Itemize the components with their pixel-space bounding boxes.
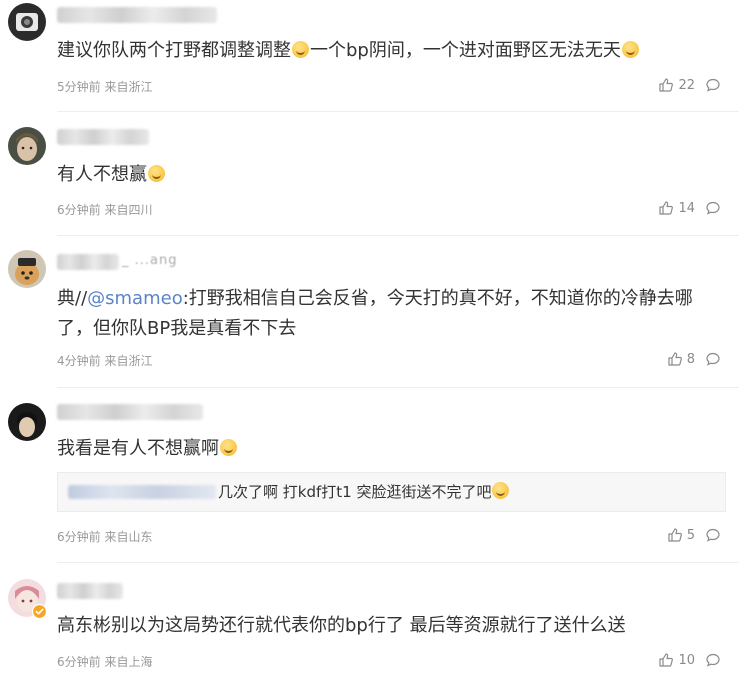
comment-meta: 6分钟前 来自四川 — [57, 201, 152, 218]
comment-bubble-icon[interactable] — [705, 77, 721, 93]
like-count: 22 — [678, 77, 695, 93]
comment-item: 我看是有人不想赢啊 几次了啊 打kdf打t1 突脸逛街送不完了吧 6分钟前 来自… — [0, 388, 739, 563]
grin-emoji-icon — [220, 439, 237, 456]
avatar[interactable] — [8, 127, 46, 165]
location: 来自浙江 — [104, 80, 153, 94]
comment-actions: 14 — [658, 200, 721, 216]
comment-meta: 4分钟前 来自浙江 — [57, 352, 152, 369]
comment-actions: 8 — [667, 351, 721, 367]
timestamp: 4分钟前 — [57, 354, 101, 368]
comment-bubble-icon[interactable] — [705, 200, 721, 216]
location: 来自上海 — [104, 655, 153, 669]
like-count: 8 — [686, 351, 695, 367]
like-count: 5 — [686, 527, 695, 543]
grin-emoji-icon — [492, 482, 510, 499]
username-redacted[interactable] — [57, 129, 149, 145]
comment-actions: 5 — [667, 527, 721, 543]
like-button[interactable]: 22 — [658, 77, 695, 93]
username-redacted[interactable] — [57, 583, 123, 599]
location: 来自山东 — [104, 530, 153, 544]
thumbs-up-icon — [658, 652, 674, 668]
like-button[interactable]: 8 — [667, 351, 695, 367]
quoted-reply[interactable]: 几次了啊 打kdf打t1 突脸逛街送不完了吧 — [57, 472, 726, 512]
comment-bubble-icon[interactable] — [705, 351, 721, 367]
mention-link[interactable]: @smameo — [87, 288, 183, 309]
comment-item: 有人不想赢 6分钟前 来自四川 14 — [0, 112, 739, 236]
comment-meta: 6分钟前 来自上海 — [57, 653, 152, 670]
timestamp: 6分钟前 — [57, 655, 101, 669]
comment-item: _ ...ang 典//@smameo:打野我相信自己会反省，今天打的真不好，不… — [0, 236, 739, 388]
comment-text: 典//@smameo:打野我相信自己会反省，今天打的真不好，不知道你的冷静去哪了… — [57, 288, 693, 339]
comment-bubble-icon[interactable] — [705, 527, 721, 543]
thumbs-up-icon — [658, 200, 674, 216]
avatar[interactable] — [8, 403, 46, 441]
timestamp: 6分钟前 — [57, 530, 101, 544]
comment-meta: 5分钟前 来自浙江 — [57, 78, 152, 95]
comment-item: 建议你队两个打野都调整调整 一个bp阴间，一个进对面野区无法无天 5分钟前 来自浙… — [0, 0, 739, 112]
timestamp: 6分钟前 — [57, 203, 101, 217]
comment-actions: 22 — [658, 77, 721, 93]
comment-actions: 10 — [658, 652, 721, 668]
comment-text: 建议你队两个打野都调整调整 一个bp阴间，一个进对面野区无法无天 — [57, 36, 719, 66]
smile-emoji-icon — [621, 41, 639, 58]
timestamp: 5分钟前 — [57, 80, 101, 94]
location: 来自四川 — [104, 203, 153, 217]
comment-text: 高东彬别以为这局势还行就代表你的bp行了 最后等资源就行了送什么送 — [57, 615, 626, 636]
username-redacted[interactable] — [57, 7, 217, 23]
thumbs-up-icon — [667, 351, 683, 367]
like-count: 10 — [678, 652, 695, 668]
comment-text: 我看是有人不想赢啊 — [57, 434, 719, 464]
username-redacted[interactable] — [57, 404, 203, 420]
smile-emoji-icon — [292, 41, 309, 58]
comment-bubble-icon[interactable] — [705, 652, 721, 668]
like-button[interactable]: 14 — [658, 200, 695, 216]
avatar[interactable] — [8, 250, 46, 288]
thumbs-up-icon — [667, 527, 683, 543]
reply-author-redacted[interactable] — [68, 485, 216, 499]
comment-item: 高东彬别以为这局势还行就代表你的bp行了 最后等资源就行了送什么送 6分钟前 来… — [0, 563, 739, 683]
thumbs-up-icon — [658, 77, 674, 93]
like-count: 14 — [678, 200, 695, 216]
username-partial[interactable]: _ ...ang — [122, 253, 178, 268]
like-button[interactable]: 10 — [658, 652, 695, 668]
like-button[interactable]: 5 — [667, 527, 695, 543]
comment-meta: 6分钟前 来自山东 — [57, 528, 152, 545]
laugh-emoji-icon — [148, 165, 165, 182]
avatar[interactable] — [8, 3, 46, 41]
verified-badge-icon — [32, 604, 47, 619]
username-redacted[interactable] — [57, 254, 119, 270]
location: 来自浙江 — [104, 354, 153, 368]
comment-text: 有人不想赢 — [57, 160, 719, 190]
